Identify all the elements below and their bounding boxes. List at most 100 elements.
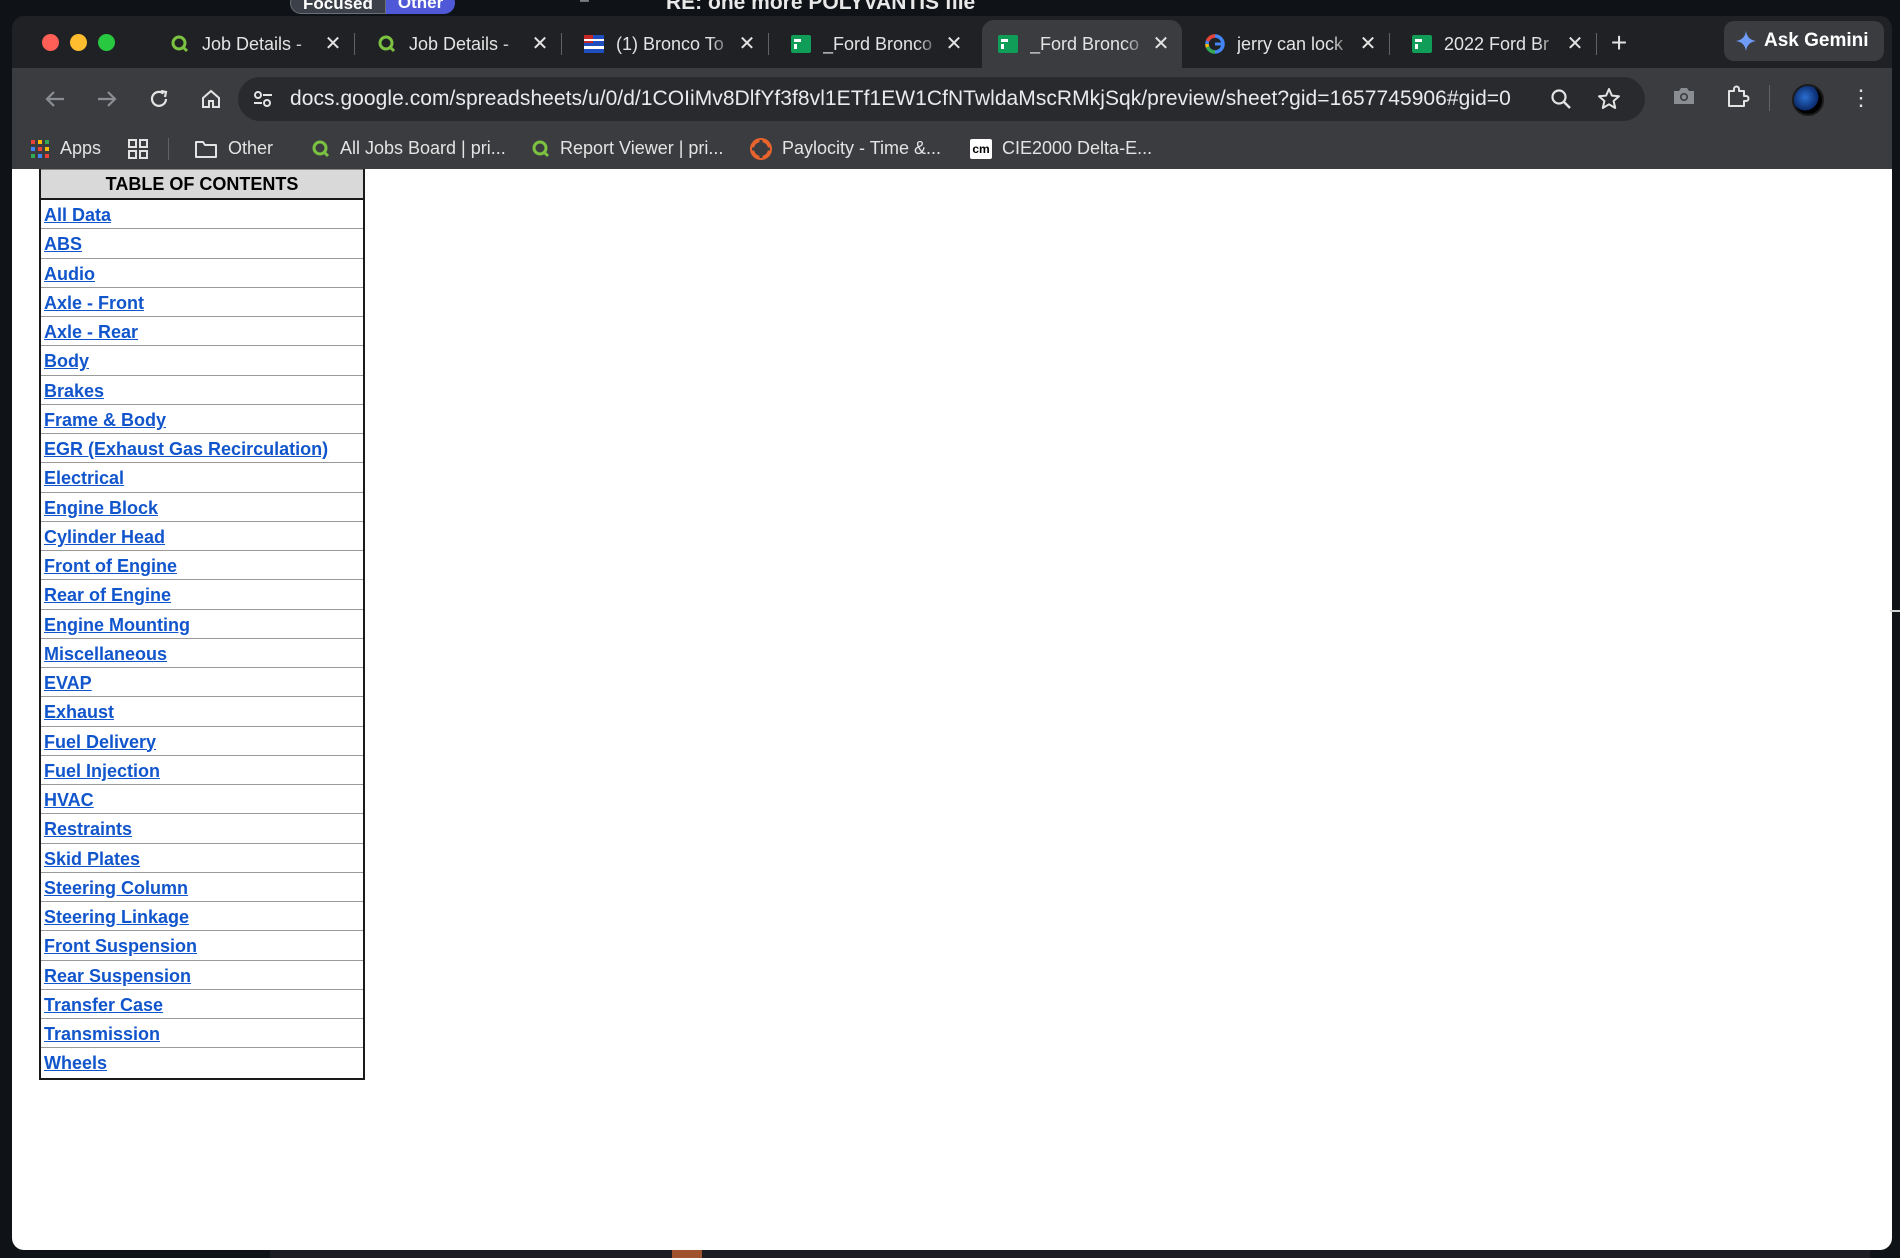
- toc-link[interactable]: Fuel Injection: [41, 756, 363, 786]
- toc-link[interactable]: Wheels: [41, 1048, 363, 1078]
- toc-row: Front of Engine: [41, 551, 363, 581]
- toc-link[interactable]: Axle - Front: [41, 288, 363, 318]
- toc-link[interactable]: EGR (Exhaust Gas Recirculation): [41, 434, 363, 464]
- toc-link[interactable]: Electrical: [41, 463, 363, 493]
- tab-jerry-can-lock[interactable]: jerry can lock ✕: [1189, 20, 1389, 68]
- tab-title: _Ford Bronco: [1030, 33, 1140, 54]
- close-icon[interactable]: ✕: [529, 33, 551, 55]
- profile-avatar[interactable]: [1792, 84, 1824, 116]
- back-button[interactable]: [42, 86, 68, 112]
- toc-header: TABLE OF CONTENTS: [41, 169, 363, 200]
- tab-groups-icon: [127, 138, 149, 160]
- site-settings-icon[interactable]: [252, 88, 274, 115]
- minimize-icon[interactable]: –: [580, 0, 589, 10]
- tab-title: _Ford Bronco: [823, 33, 933, 54]
- close-icon[interactable]: ✕: [943, 33, 965, 55]
- bookmarks-bar: Apps Other All Jobs Board | pri... Repor…: [12, 128, 1892, 169]
- extensions-puzzle-icon[interactable]: [1725, 83, 1751, 114]
- bookmark-tab-groups[interactable]: [127, 128, 159, 169]
- bookmark-all-jobs-board[interactable]: All Jobs Board | pri...: [312, 128, 506, 169]
- toc-link[interactable]: Miscellaneous: [41, 639, 363, 669]
- toc-link[interactable]: HVAC: [41, 785, 363, 815]
- toc-row: Restraints: [41, 814, 363, 844]
- toc-link[interactable]: Front of Engine: [41, 551, 363, 581]
- toc-link[interactable]: EVAP: [41, 668, 363, 698]
- toc-link[interactable]: Front Suspension: [41, 931, 363, 961]
- toc-row: HVAC: [41, 785, 363, 815]
- toc-link[interactable]: Steering Linkage: [41, 902, 363, 932]
- toc-row: Frame & Body: [41, 405, 363, 434]
- toc-row: Front Suspension: [41, 931, 363, 961]
- tab-ford-bronco-sheet-active[interactable]: _Ford Bronco ✕: [982, 20, 1182, 68]
- toc-link[interactable]: ABS: [41, 229, 363, 259]
- address-bar[interactable]: docs.google.com/spreadsheets/u/0/d/1COIi…: [238, 77, 1645, 121]
- close-icon[interactable]: ✕: [736, 33, 758, 55]
- tab-title: Job Details -: [409, 33, 510, 54]
- toc-row: EGR (Exhaust Gas Recirculation): [41, 434, 363, 464]
- url-text[interactable]: docs.google.com/spreadsheets/u/0/d/1COIi…: [290, 77, 1511, 121]
- close-window-button[interactable]: [42, 34, 59, 51]
- tab-title: Job Details -: [202, 33, 303, 54]
- tab-bronco-forum[interactable]: (1) Bronco To ✕: [568, 20, 768, 68]
- other-pill[interactable]: Other: [385, 0, 456, 14]
- toc-link[interactable]: Rear Suspension: [41, 961, 363, 991]
- toc-link[interactable]: Steering Column: [41, 873, 363, 903]
- toc-row: Engine Mounting: [41, 610, 363, 639]
- toc-row: Axle - Front: [41, 288, 363, 317]
- tab-ford-bronco-sheet-1[interactable]: _Ford Bronco ✕: [775, 20, 975, 68]
- toc-link[interactable]: Axle - Rear: [41, 317, 363, 347]
- tab-job-details-1[interactable]: Job Details - ✕: [154, 20, 354, 68]
- toc-link[interactable]: Transmission: [41, 1019, 363, 1049]
- apps-grid-icon: [30, 139, 50, 159]
- mail-focus-toggle[interactable]: Focused Other: [290, 0, 456, 14]
- forward-button[interactable]: [94, 86, 120, 112]
- toc-link[interactable]: Skid Plates: [41, 844, 363, 874]
- bookmark-star-icon[interactable]: [1597, 87, 1621, 116]
- close-icon[interactable]: ✕: [322, 33, 344, 55]
- close-icon[interactable]: ✕: [1564, 33, 1586, 55]
- green-search-icon: [377, 34, 397, 54]
- close-icon[interactable]: ✕: [1150, 33, 1172, 55]
- sheets-icon: [998, 34, 1018, 54]
- toc-link[interactable]: Rear of Engine: [41, 580, 363, 610]
- toc-link[interactable]: Engine Block: [41, 493, 363, 523]
- bookmark-cie2000[interactable]: cm CIE2000 Delta-E...: [970, 128, 1152, 169]
- tab-job-details-2[interactable]: Job Details - ✕: [361, 20, 561, 68]
- bookmark-apps[interactable]: Apps: [30, 128, 101, 169]
- toc-link[interactable]: Audio: [41, 259, 363, 289]
- toc-link[interactable]: Brakes: [41, 376, 363, 406]
- toc-row: All Data: [41, 200, 363, 230]
- toc-link[interactable]: Frame & Body: [41, 405, 363, 435]
- fullscreen-window-button[interactable]: [98, 34, 115, 51]
- toc-link[interactable]: Cylinder Head: [41, 522, 363, 552]
- bookmark-paylocity[interactable]: Paylocity - Time &...: [750, 128, 941, 169]
- ask-gemini-button[interactable]: Ask Gemini: [1724, 21, 1884, 61]
- toc-link[interactable]: Fuel Delivery: [41, 727, 363, 757]
- cm-icon: cm: [970, 138, 992, 159]
- zoom-icon[interactable]: [1550, 88, 1572, 115]
- camera-icon[interactable]: [1672, 85, 1696, 112]
- focused-pill[interactable]: Focused: [290, 0, 386, 14]
- folder-icon: [194, 139, 218, 159]
- reload-button[interactable]: [146, 86, 172, 112]
- toc-link[interactable]: Body: [41, 346, 363, 376]
- dock-item: [672, 1249, 702, 1258]
- toc-link[interactable]: Exhaust: [41, 697, 363, 727]
- tab-2022-ford-bronco[interactable]: 2022 Ford Br ✕: [1396, 20, 1596, 68]
- toc-link[interactable]: Transfer Case: [41, 990, 363, 1020]
- kebab-menu-icon[interactable]: ⋮: [1850, 85, 1872, 111]
- bookmark-label: All Jobs Board | pri...: [340, 138, 506, 158]
- new-tab-button[interactable]: +: [1605, 29, 1633, 58]
- toc-row: Audio: [41, 259, 363, 288]
- toc-link[interactable]: Engine Mounting: [41, 610, 363, 640]
- toc-link[interactable]: Restraints: [41, 814, 363, 844]
- toc-link[interactable]: All Data: [41, 200, 363, 230]
- home-button[interactable]: [198, 86, 224, 112]
- toc-row: Cylinder Head: [41, 522, 363, 551]
- bookmark-other-folder[interactable]: Other: [194, 128, 273, 169]
- tab-title: jerry can lock: [1237, 33, 1344, 54]
- minimize-window-button[interactable]: [70, 34, 87, 51]
- browser-toolbar: docs.google.com/spreadsheets/u/0/d/1COIi…: [12, 68, 1892, 128]
- close-icon[interactable]: ✕: [1357, 33, 1379, 55]
- bookmark-report-viewer[interactable]: Report Viewer | pri...: [532, 128, 723, 169]
